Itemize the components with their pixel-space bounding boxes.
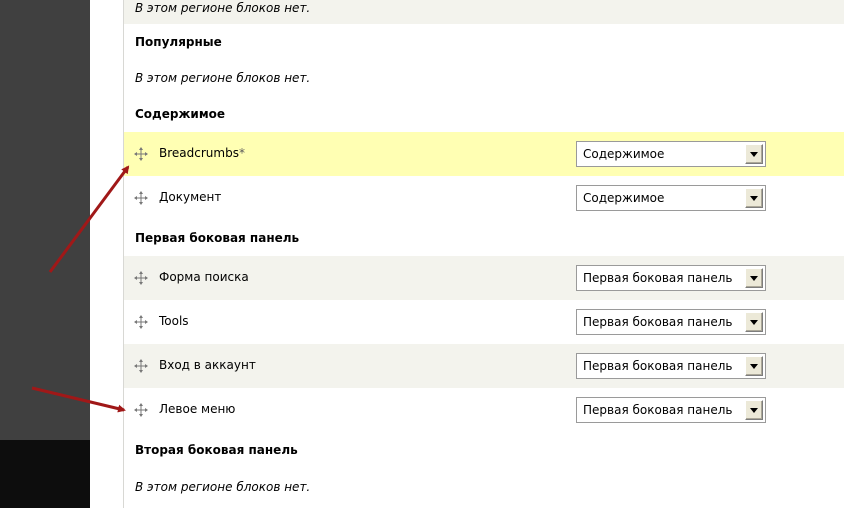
block-label: Вход в аккаунт xyxy=(159,358,256,372)
block-label: Breadcrumbs* xyxy=(159,146,245,160)
changed-marker: * xyxy=(238,146,245,160)
region-empty-message: В этом регионе блоков нет. xyxy=(135,480,311,494)
chevron-down-icon[interactable] xyxy=(745,144,763,164)
region-row-empty: В этом регионе блоков нет. xyxy=(124,468,844,508)
block-label: Tools xyxy=(159,314,189,328)
chevron-down-icon[interactable] xyxy=(745,400,763,420)
region-select-value: Первая боковая панель xyxy=(583,271,733,285)
region-row-empty: В этом регионе блоков нет. xyxy=(124,0,844,24)
region-select-value: Первая боковая панель xyxy=(583,359,733,373)
block-label: Левое меню xyxy=(159,402,236,416)
region-heading-sidebar-second: Вторая боковая панель xyxy=(124,432,844,468)
block-row-search-form: Форма поиска Первая боковая панель xyxy=(124,256,844,300)
drag-handle-icon[interactable] xyxy=(133,190,149,206)
region-heading-content: Содержимое xyxy=(124,96,844,132)
page-gutter xyxy=(90,0,123,508)
region-select[interactable]: Первая боковая панель xyxy=(576,353,766,379)
region-select[interactable]: Первая боковая панель xyxy=(576,309,766,335)
chevron-down-icon[interactable] xyxy=(745,188,763,208)
drag-handle-icon[interactable] xyxy=(133,358,149,374)
block-row-left-menu: Левое меню Первая боковая панель xyxy=(124,388,844,432)
block-label: Форма поиска xyxy=(159,270,249,284)
block-row-breadcrumbs: Breadcrumbs* Содержимое xyxy=(124,132,844,176)
region-heading-popular: Популярные xyxy=(124,24,844,60)
drag-handle-icon[interactable] xyxy=(133,402,149,418)
region-empty-message: В этом регионе блоков нет. xyxy=(135,1,311,15)
chevron-down-icon[interactable] xyxy=(745,312,763,332)
region-select-value: Содержимое xyxy=(583,147,665,161)
drag-handle-icon[interactable] xyxy=(133,146,149,162)
dark-sidebar-background xyxy=(0,0,90,440)
chevron-down-icon[interactable] xyxy=(745,268,763,288)
region-row-empty: В этом регионе блоков нет. xyxy=(124,60,844,96)
region-title: Популярные xyxy=(135,35,222,49)
block-row-user-login: Вход в аккаунт Первая боковая панель xyxy=(124,344,844,388)
block-title: Breadcrumbs xyxy=(159,146,239,160)
chevron-down-icon[interactable] xyxy=(745,356,763,376)
region-select[interactable]: Содержимое xyxy=(576,141,766,167)
region-title: Вторая боковая панель xyxy=(135,443,298,457)
drag-handle-icon[interactable] xyxy=(133,314,149,330)
region-title: Первая боковая панель xyxy=(135,231,300,245)
region-select[interactable]: Содержимое xyxy=(576,185,766,211)
block-row-tools: Tools Первая боковая панель xyxy=(124,300,844,344)
region-empty-message: В этом регионе блоков нет. xyxy=(135,71,311,85)
blocks-table: В этом регионе блоков нет. Популярные В … xyxy=(123,0,844,508)
region-heading-sidebar-first: Первая боковая панель xyxy=(124,220,844,256)
region-title: Содержимое xyxy=(135,107,226,121)
block-label: Документ xyxy=(159,190,222,204)
region-select[interactable]: Первая боковая панель xyxy=(576,265,766,291)
region-select-value: Первая боковая панель xyxy=(583,403,733,417)
region-select-value: Содержимое xyxy=(583,191,665,205)
drag-handle-icon[interactable] xyxy=(133,270,149,286)
region-select[interactable]: Первая боковая панель xyxy=(576,397,766,423)
black-sidebar-footer xyxy=(0,440,90,508)
region-select-value: Первая боковая панель xyxy=(583,315,733,329)
block-row-document: Документ Содержимое xyxy=(124,176,844,220)
